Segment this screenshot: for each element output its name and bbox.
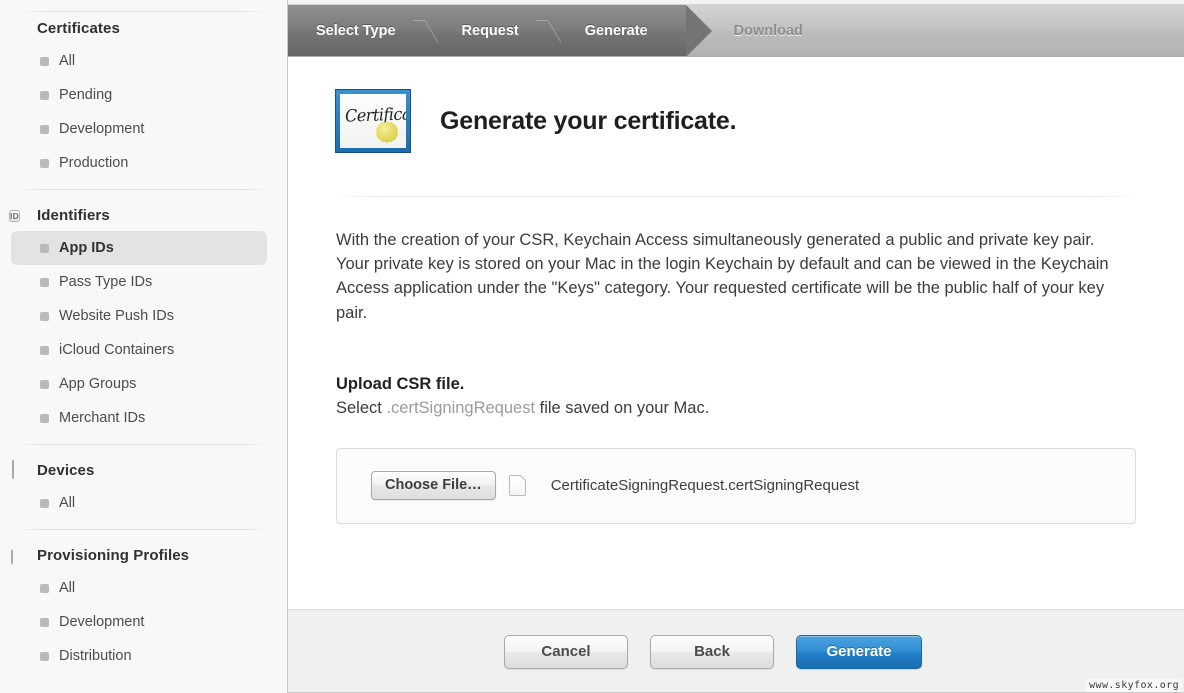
sidebar-item-profiles-all[interactable]: All — [11, 571, 267, 605]
step-request[interactable]: Request — [434, 5, 557, 56]
sidebar-item-label: Pending — [59, 87, 112, 103]
sidebar-group-certificates: Certificates — [0, 12, 287, 44]
sidebar: Certificates All Pending Development Pro… — [0, 0, 288, 693]
sidebar-group-identifiers: ID Identifiers — [0, 199, 287, 231]
sidebar-item-certificates-production[interactable]: Production — [11, 146, 267, 180]
sidebar-item-label: App Groups — [59, 376, 136, 392]
document-icon — [9, 546, 28, 565]
step-generate[interactable]: Generate — [557, 5, 686, 56]
step-download: Download — [686, 5, 841, 56]
sidebar-item-label: Distribution — [59, 648, 132, 664]
bullet-icon — [40, 618, 49, 627]
upload-subtext-prefix: Select — [336, 399, 386, 417]
file-icon — [509, 475, 526, 496]
selected-file-name: CertificateSigningRequest.certSigningReq… — [551, 477, 860, 494]
content-divider — [336, 196, 1136, 197]
sidebar-item-certificates-development[interactable]: Development — [11, 112, 267, 146]
sidebar-item-label: Development — [59, 614, 144, 630]
content-area: Certificate Generate your certificate. W… — [288, 57, 1184, 609]
bullet-icon — [40, 499, 49, 508]
sidebar-item-devices-all[interactable]: All — [11, 486, 267, 520]
cancel-button[interactable]: Cancel — [504, 635, 628, 669]
sidebar-item-label: Pass Type IDs — [59, 274, 152, 290]
sidebar-item-merchant-ids[interactable]: Merchant IDs — [11, 401, 267, 435]
back-button[interactable]: Back — [650, 635, 774, 669]
sidebar-top-divider — [18, 11, 267, 12]
sidebar-item-website-push-ids[interactable]: Website Push IDs — [11, 299, 267, 333]
bullet-icon — [40, 652, 49, 661]
wizard-step-bar: Select Type Request Generate Download — [288, 5, 1184, 57]
sidebar-divider — [18, 444, 269, 445]
sidebar-item-icloud-containers[interactable]: iCloud Containers — [11, 333, 267, 367]
bullet-icon — [40, 159, 49, 168]
id-badge-icon: ID — [9, 206, 28, 225]
bullet-icon — [40, 57, 49, 66]
sidebar-item-profiles-distribution[interactable]: Distribution — [11, 639, 267, 673]
generate-button[interactable]: Generate — [796, 635, 922, 669]
sidebar-divider — [18, 529, 269, 530]
upload-subtext-extension: .certSigningRequest — [386, 399, 535, 417]
bullet-icon — [40, 380, 49, 389]
sidebar-item-label: All — [59, 495, 75, 511]
sidebar-item-label: iCloud Containers — [59, 342, 174, 358]
sidebar-item-label: Development — [59, 121, 144, 137]
bullet-icon — [40, 312, 49, 321]
step-label: Select Type — [316, 23, 396, 39]
info-paragraph: With the creation of your CSR, Keychain … — [336, 228, 1111, 325]
choose-file-button[interactable]: Choose File… — [371, 471, 496, 500]
step-label: Download — [734, 23, 803, 39]
upload-subtext-suffix: file saved on your Mac. — [535, 399, 709, 417]
bullet-icon — [40, 346, 49, 355]
sidebar-item-pass-type-ids[interactable]: Pass Type IDs — [11, 265, 267, 299]
sidebar-divider — [18, 189, 269, 190]
upload-subtext: Select .certSigningRequest file saved on… — [336, 399, 1136, 418]
bullet-icon — [40, 244, 49, 253]
sidebar-group-label: Certificates — [37, 20, 120, 37]
bullet-icon — [40, 125, 49, 134]
footer-bar: Cancel Back Generate — [288, 609, 1184, 693]
sidebar-item-certificates-pending[interactable]: Pending — [11, 78, 267, 112]
sidebar-group-provisioning-profiles: Provisioning Profiles — [0, 539, 287, 571]
content-header: Certificate Generate your certificate. — [336, 57, 1136, 152]
sidebar-group-label: Devices — [37, 462, 94, 479]
sidebar-item-label: All — [59, 53, 75, 69]
certificate-seal-graphic — [376, 121, 398, 143]
device-icon — [9, 461, 28, 480]
sidebar-item-label: Website Push IDs — [59, 308, 174, 324]
bullet-icon — [40, 91, 49, 100]
step-label: Request — [462, 23, 519, 39]
upload-heading: Upload CSR file. — [336, 375, 1136, 394]
wizard-completed-region: Select Type Request Generate — [288, 5, 686, 56]
sidebar-group-label: Provisioning Profiles — [37, 547, 189, 564]
sidebar-item-profiles-development[interactable]: Development — [11, 605, 267, 639]
sidebar-item-app-ids[interactable]: App IDs — [11, 231, 267, 265]
certificate-icon-word: Certificate — [345, 103, 410, 126]
sidebar-item-app-groups[interactable]: App Groups — [11, 367, 267, 401]
app-window: Certificates All Pending Development Pro… — [0, 0, 1184, 693]
sidebar-group-label: Identifiers — [37, 207, 110, 224]
sidebar-item-label: App IDs — [59, 240, 114, 256]
file-upload-box: Choose File… CertificateSigningRequest.c… — [336, 448, 1136, 524]
sidebar-item-label: Merchant IDs — [59, 410, 145, 426]
certificate-seal-icon — [9, 19, 28, 38]
main-pane: Select Type Request Generate Download Ce… — [288, 0, 1184, 693]
bullet-icon — [40, 584, 49, 593]
bullet-icon — [40, 278, 49, 287]
sidebar-group-devices: Devices — [0, 454, 287, 486]
bullet-icon — [40, 414, 49, 423]
sidebar-item-label: All — [59, 580, 75, 596]
watermark: www.skyfox.org — [1086, 679, 1182, 692]
certificate-artwork-icon: Certificate — [336, 90, 410, 152]
sidebar-item-certificates-all[interactable]: All — [11, 44, 267, 78]
step-label: Generate — [585, 23, 648, 39]
page-title: Generate your certificate. — [440, 107, 736, 136]
sidebar-item-label: Production — [59, 155, 128, 171]
step-select-type[interactable]: Select Type — [288, 5, 434, 56]
